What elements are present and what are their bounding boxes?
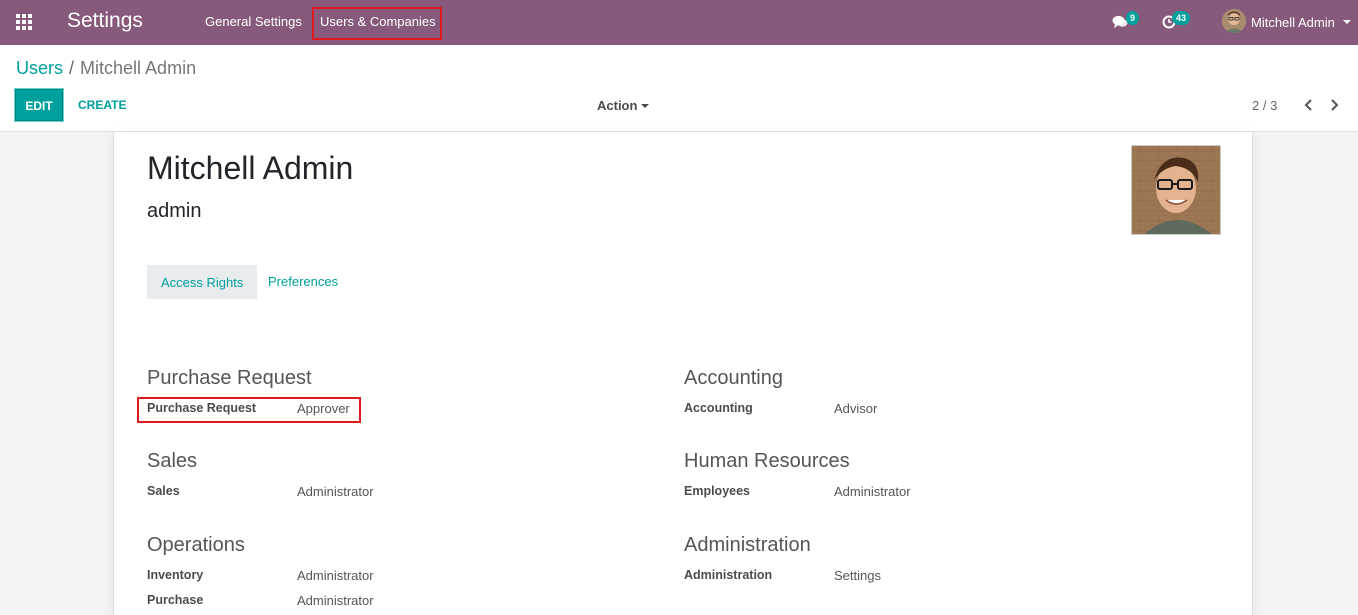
form-sheet: Mitchell Admin admin Access Rights Prefe… <box>113 132 1253 615</box>
user-avatar <box>1222 9 1246 33</box>
breadcrumb: Users / Mitchell Admin <box>16 58 196 79</box>
field-label-purchase: Purchase <box>147 593 204 607</box>
breadcrumb-users-link[interactable]: Users <box>16 58 63 78</box>
user-menu-caret-icon <box>1343 20 1351 24</box>
field-value-administration[interactable]: Settings <box>834 568 881 583</box>
action-dropdown[interactable]: Action <box>597 98 649 113</box>
field-value-accounting[interactable]: Advisor <box>834 401 877 416</box>
highlight-box-purchase-request <box>137 397 361 423</box>
menu-general-settings[interactable]: General Settings <box>205 14 302 29</box>
control-panel: Users / Mitchell Admin EDIT CREATE Action … <box>0 45 1358 132</box>
user-login: admin <box>147 200 202 222</box>
tab-preferences[interactable]: Preferences <box>255 265 351 299</box>
section-accounting: Accounting <box>684 367 783 389</box>
field-value-employees[interactable]: Administrator <box>834 484 911 499</box>
highlight-box-menu <box>312 7 442 40</box>
tab-access-rights[interactable]: Access Rights <box>147 265 258 299</box>
section-human-resources: Human Resources <box>684 450 850 472</box>
field-label-employees: Employees <box>684 484 751 498</box>
field-label-administration: Administration <box>684 568 773 582</box>
create-button[interactable]: CREATE <box>78 98 126 112</box>
field-label-inventory: Inventory <box>147 568 204 582</box>
field-value-inventory[interactable]: Administrator <box>297 568 374 583</box>
apps-menu-icon[interactable] <box>12 10 38 34</box>
app-title[interactable]: Settings <box>67 9 143 33</box>
pager-next-icon[interactable] <box>1325 95 1345 115</box>
user-name-title: Mitchell Admin <box>147 150 354 186</box>
field-label-accounting: Accounting <box>684 401 753 415</box>
activities-badge: 43 <box>1172 11 1191 25</box>
pager-previous-icon[interactable] <box>1298 95 1318 115</box>
field-label-sales: Sales <box>147 484 180 498</box>
action-label: Action <box>597 98 638 113</box>
field-value-sales[interactable]: Administrator <box>297 484 374 499</box>
section-administration: Administration <box>684 534 811 556</box>
section-sales: Sales <box>147 450 198 472</box>
messages-badge: 9 <box>1126 11 1140 25</box>
user-name: Mitchell Admin <box>1251 15 1335 30</box>
top-navbar: Settings General Settings Users & Compan… <box>0 0 1358 45</box>
section-purchase-request: Purchase Request <box>147 367 312 389</box>
action-caret-icon <box>641 104 649 108</box>
breadcrumb-current: Mitchell Admin <box>80 58 197 78</box>
user-photo[interactable] <box>1131 145 1221 235</box>
pager-value[interactable]: 2 / 3 <box>1252 98 1277 113</box>
field-value-purchase[interactable]: Administrator <box>297 593 374 608</box>
breadcrumb-separator: / <box>69 58 75 78</box>
edit-button[interactable]: EDIT <box>15 89 63 121</box>
section-operations: Operations <box>147 534 245 556</box>
